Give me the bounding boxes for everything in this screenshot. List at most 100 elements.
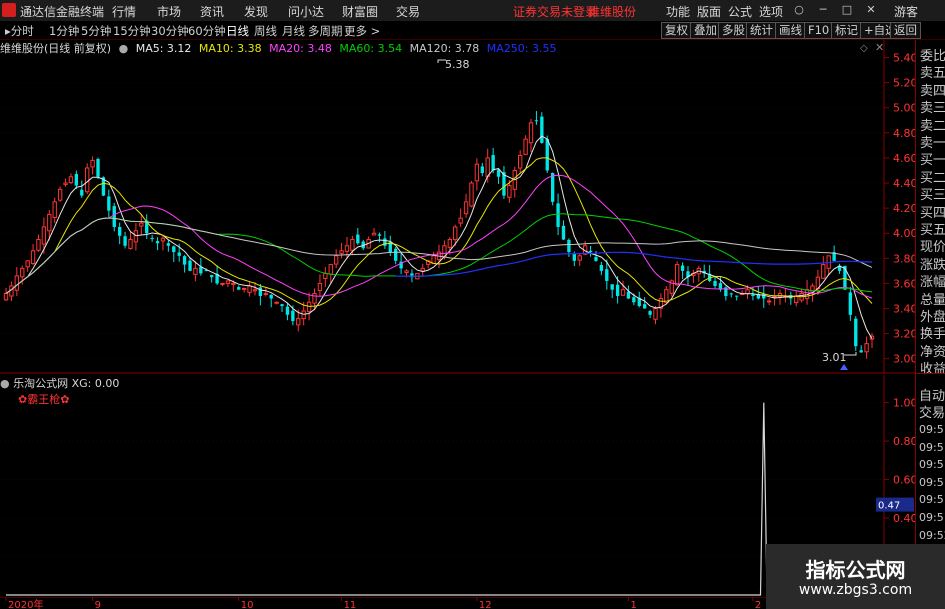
candle-body (458, 217, 463, 224)
auto-trade-label-2[interactable]: 交易 (919, 402, 945, 421)
candle-body (474, 163, 480, 182)
menu-caifuquan[interactable]: 财富圈 (342, 3, 378, 20)
candle-body (523, 138, 528, 155)
btn-f10[interactable]: F10 (804, 22, 834, 39)
menu-faxian[interactable]: 发现 (244, 3, 268, 20)
search-icon[interactable]: ○ (790, 3, 808, 17)
menu-banmian[interactable]: 版面 (697, 3, 721, 20)
candle-body (588, 250, 593, 253)
candle-body (301, 310, 306, 320)
price-tick-label: 5.00 (893, 102, 915, 115)
candle-body (85, 167, 90, 193)
candle-body (296, 318, 301, 326)
candle-body (155, 241, 160, 244)
candle-body (182, 256, 187, 265)
period-30min[interactable]: 30分钟 (151, 23, 189, 39)
trade-time: 09:51 (919, 475, 945, 489)
date-tick-label: 10 (241, 600, 254, 609)
btn-back[interactable]: 返回 (890, 22, 921, 39)
ma250-line (395, 251, 873, 277)
candle-body (594, 257, 598, 261)
candle-body (80, 189, 84, 196)
quote-field-label: 买一 (920, 153, 945, 169)
close-icon[interactable]: ✕ (862, 3, 880, 17)
period-monthly[interactable]: 月线 (282, 23, 305, 39)
trade-time: 09:51 (919, 458, 945, 472)
quote-field-label: 买二 (920, 170, 945, 186)
candle-body (225, 280, 231, 285)
candlestick-chart[interactable]: 5.40 5.20 5.00 4.80 4.60 4.40 4.20 4.00 3.80 3.60… (0, 40, 915, 374)
menu-gongneng[interactable]: 功能 (666, 3, 690, 20)
indicator-tick-label: 0.80 (893, 435, 915, 448)
candle-body (333, 255, 339, 265)
app-title: 通达信金融终端 (20, 5, 105, 19)
candle-body (577, 255, 582, 261)
candle-body (220, 282, 225, 285)
candle-body (90, 159, 95, 168)
quote-field-label: 买三 (920, 188, 945, 204)
minimize-icon[interactable]: ─ (814, 3, 832, 17)
indicator-tick-label: 0.40 (893, 512, 915, 525)
period-5min[interactable]: 5分钟 (81, 23, 111, 39)
candle-body (20, 267, 25, 278)
watermark-url: www.zbgs3.com (798, 582, 913, 598)
user-guest[interactable]: 游客 (894, 3, 918, 20)
candle-body (567, 239, 571, 253)
menu-hangqing[interactable]: 行情 (112, 3, 136, 20)
btn-duogu[interactable]: 多股 (718, 22, 749, 39)
candle-body (172, 246, 176, 253)
menu-wenxiaoda[interactable]: 问小达 (288, 3, 324, 20)
candle-body (394, 248, 398, 261)
menu-zixun[interactable]: 资讯 (200, 3, 224, 20)
date-tick-label: 12 (479, 600, 492, 609)
price-tick-label: 3.20 (893, 328, 915, 341)
candle-body (550, 173, 555, 202)
period-daily[interactable]: 日线 (226, 23, 249, 39)
price-tick-label: 3.60 (893, 277, 915, 290)
candle-body (344, 245, 350, 252)
quote-field-label: 现价 (920, 240, 945, 256)
period-more[interactable]: 更多 > (344, 23, 380, 39)
price-tick-label: 3.00 (893, 353, 915, 366)
menu-xuanxiang[interactable]: 选项 (759, 3, 783, 20)
candle-body (859, 350, 863, 353)
candle-body (848, 292, 853, 315)
menu-shichang[interactable]: 市场 (157, 3, 181, 20)
btn-fuquan[interactable]: 复权 (661, 22, 692, 39)
btn-huaxian[interactable]: 画线 (775, 22, 806, 39)
period-1min[interactable]: 1分钟 (49, 23, 79, 39)
menu-gongshi[interactable]: 公式 (728, 3, 752, 20)
candle-body (615, 284, 620, 296)
btn-biaoji[interactable]: 标记 (831, 22, 862, 39)
candle-body (25, 260, 30, 268)
candle-body (540, 116, 544, 143)
menu-jiaoyi[interactable]: 交易 (396, 3, 420, 20)
restore-icon[interactable]: □ (838, 3, 856, 17)
site-watermark: 指标公式网 www.zbgs3.com (766, 544, 945, 609)
trade-login-status[interactable]: 证券交易未登录 (513, 3, 597, 20)
trade-time: 09:52 (919, 528, 945, 542)
price-tick-label: 5.20 (893, 77, 915, 90)
period-15min[interactable]: 15分钟 (113, 23, 151, 39)
candle-body (864, 343, 869, 353)
candle-body (463, 201, 469, 215)
app-logo-icon (2, 3, 16, 17)
period-60min[interactable]: 60分钟 (188, 23, 226, 39)
period-weekly[interactable]: 周线 (254, 23, 277, 39)
close-pane-icon[interactable]: ✕ (875, 41, 884, 54)
diamond-icon[interactable]: ◇ (860, 43, 868, 54)
candle-body (420, 267, 425, 272)
period-multi[interactable]: 多周期 (308, 23, 343, 39)
quote-field-label: 净资 (920, 344, 945, 360)
period-fenshi[interactable]: ▸分时 (5, 23, 34, 39)
candle-body (453, 226, 458, 241)
date-tick-label: 2020年 (8, 598, 43, 609)
candle-body (485, 157, 490, 177)
candle-body (605, 269, 609, 281)
candle-body (561, 225, 566, 240)
btn-tongji[interactable]: 统计 (746, 22, 777, 39)
btn-diejia[interactable]: 叠加 (690, 22, 721, 39)
quote-field-label: 涨跌 (920, 257, 945, 273)
high-price-label: 5.38 (445, 58, 470, 71)
watermark-title: 指标公式网 (805, 558, 906, 582)
